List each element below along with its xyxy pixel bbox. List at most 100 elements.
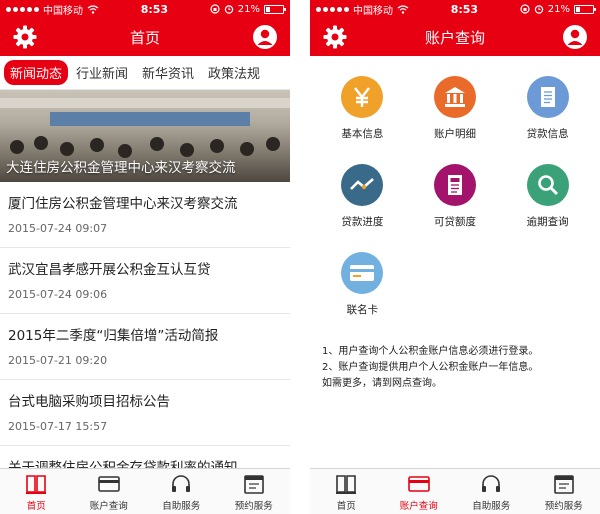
carrier-label: 中国移动 <box>353 5 393 17</box>
note-line: 1、用户查询个人公积金账户信息必须进行登录。 <box>322 346 539 357</box>
tabbar-home[interactable]: 首页 <box>310 469 383 514</box>
hero-photo-sign <box>50 112 250 126</box>
battery-percent: 21% <box>547 3 570 15</box>
user-icon[interactable] <box>252 24 278 50</box>
calendar-icon <box>553 474 574 494</box>
tabbar-appointment[interactable]: 预约服务 <box>218 469 291 514</box>
book-icon <box>26 474 47 494</box>
grid-item-label: 贷款进度 <box>341 216 384 228</box>
news-date: 2015-07-21 09:20 <box>8 354 108 367</box>
alarm-icon <box>534 5 543 14</box>
magnifier-icon <box>526 164 569 206</box>
signal-icon <box>6 6 39 12</box>
tab-news-dynamics[interactable]: 新闻动态 <box>4 60 69 85</box>
list-item[interactable]: 厦门住房公积金管理中心来汉考察交流 2015-07-24 09:07 <box>0 182 290 248</box>
clock: 8:53 <box>450 2 479 16</box>
gear-icon[interactable] <box>322 24 348 50</box>
yen-icon <box>341 76 384 118</box>
card-icon <box>407 475 430 492</box>
lock-rotation-icon <box>210 4 220 14</box>
screenshot-stage: 中国移动 8:53 21% 首页 新闻动态 行业新闻 新华资讯 政策法规 大连住… <box>0 0 600 514</box>
battery-icon <box>263 4 286 14</box>
tabbar-label: 预约服务 <box>234 500 273 512</box>
status-bar: 中国移动 8:53 21% <box>310 0 600 18</box>
tabbar-home[interactable]: 首页 <box>0 469 73 514</box>
form-icon <box>433 164 476 206</box>
tabbar-label: 自助服务 <box>162 500 201 512</box>
news-title: 武汉宜昌孝感开展公积金互认互贷 <box>8 262 211 278</box>
note-line: 2、账户查询提供用户个人公积金账户一年信息。 <box>322 362 539 373</box>
tabbar-self-service[interactable]: 自助服务 <box>145 469 218 514</box>
tabbar-self-service[interactable]: 自助服务 <box>455 469 528 514</box>
signal-icon <box>316 6 349 12</box>
grid-item-label: 逾期查询 <box>526 216 569 228</box>
tabbar-label: 账户查询 <box>89 500 128 512</box>
bank-icon <box>433 76 476 118</box>
battery-icon <box>573 4 596 14</box>
account-query-screen: 中国移动 8:53 21% 账户查询 基本信息 账户明细 贷款信息 贷款进度 可… <box>310 0 600 514</box>
account-function-grid: 基本信息 账户明细 贷款信息 贷款进度 可贷额度 逾期查询 联名卡 <box>310 56 600 334</box>
list-item[interactable]: 武汉宜昌孝感开展公积金互认互贷 2015-07-24 09:06 <box>0 248 290 314</box>
nav-bar: 账户查询 <box>310 18 600 56</box>
grid-item-account-detail[interactable]: 账户明细 <box>409 76 502 158</box>
tabbar-label: 首页 <box>336 500 356 512</box>
document-icon <box>526 76 569 118</box>
wifi-icon <box>397 4 409 14</box>
headset-icon <box>172 474 191 492</box>
home-screen: 中国移动 8:53 21% 首页 新闻动态 行业新闻 新华资讯 政策法规 大连住… <box>0 0 290 514</box>
user-icon[interactable] <box>562 24 588 50</box>
grid-item-loan-progress[interactable]: 贷款进度 <box>316 164 409 246</box>
alarm-icon <box>224 5 233 14</box>
nav-bar: 首页 <box>0 18 290 56</box>
news-title: 台式电脑采购项目招标公告 <box>8 394 170 410</box>
page-title: 首页 <box>129 28 160 47</box>
news-date: 2015-07-24 09:07 <box>8 222 108 235</box>
calendar-icon <box>243 474 264 494</box>
news-date: 2015-07-24 09:06 <box>8 288 108 301</box>
list-item[interactable]: 台式电脑采购项目招标公告 2015-07-17 15:57 <box>0 380 290 446</box>
grid-item-loan-info[interactable]: 贷款信息 <box>501 76 594 158</box>
gear-icon[interactable] <box>12 24 38 50</box>
hero-banner[interactable]: 大连住房公积金管理中心来汉考察交流 <box>0 90 290 182</box>
card-icon <box>97 475 120 492</box>
news-category-tabs: 新闻动态 行业新闻 新华资讯 政策法规 <box>0 56 290 90</box>
bottom-tab-bar: 首页 账户查询 自助服务 预约服务 <box>310 468 600 514</box>
grid-item-label: 基本信息 <box>341 128 384 140</box>
grid-item-label: 贷款信息 <box>526 128 569 140</box>
headset-icon <box>482 474 501 492</box>
tab-xinhua-info[interactable]: 新华资讯 <box>136 60 200 85</box>
note-line: 如需更多，请到网点查询。 <box>322 378 442 389</box>
hero-photo-wall <box>0 98 290 108</box>
lock-rotation-icon <box>520 4 530 14</box>
grid-item-loanable-amount[interactable]: 可贷额度 <box>409 164 502 246</box>
book-icon <box>336 474 357 494</box>
grid-item-label: 账户明细 <box>433 128 476 140</box>
grid-item-label: 联名卡 <box>346 304 379 316</box>
grid-item-label: 可贷额度 <box>433 216 476 228</box>
tabbar-account[interactable]: 账户查询 <box>73 469 146 514</box>
clock: 8:53 <box>140 2 169 16</box>
news-title: 厦门住房公积金管理中心来汉考察交流 <box>8 196 238 212</box>
trend-icon <box>341 164 384 206</box>
list-item[interactable]: 2015年二季度“归集倍增”活动简报 2015-07-21 09:20 <box>0 314 290 380</box>
carrier-label: 中国移动 <box>43 5 83 17</box>
status-bar: 中国移动 8:53 21% <box>0 0 290 18</box>
tab-policy-regulations[interactable]: 政策法规 <box>202 60 266 85</box>
grid-item-overdue-query[interactable]: 逾期查询 <box>501 164 594 246</box>
tabbar-account[interactable]: 账户查询 <box>383 469 456 514</box>
tabbar-appointment[interactable]: 预约服务 <box>528 469 600 514</box>
query-notes: 1、用户查询个人公积金账户信息必须进行登录。 2、账户查询提供用户个人公积金账户… <box>310 334 600 392</box>
bottom-tab-bar: 首页 账户查询 自助服务 预约服务 <box>0 468 290 514</box>
grid-item-co-brand-card[interactable]: 联名卡 <box>316 252 409 334</box>
news-list: 厦门住房公积金管理中心来汉考察交流 2015-07-24 09:07 武汉宜昌孝… <box>0 182 290 512</box>
card-icon <box>341 252 384 294</box>
tabbar-label: 首页 <box>26 500 46 512</box>
grid-item-basic-info[interactable]: 基本信息 <box>316 76 409 158</box>
battery-percent: 21% <box>237 3 260 15</box>
tabbar-label: 预约服务 <box>544 500 583 512</box>
hero-caption: 大连住房公积金管理中心来汉考察交流 <box>6 160 236 176</box>
wifi-icon <box>87 4 99 14</box>
tabbar-label: 账户查询 <box>399 500 438 512</box>
tab-industry-news[interactable]: 行业新闻 <box>70 60 134 85</box>
news-date: 2015-07-17 15:57 <box>8 420 108 433</box>
